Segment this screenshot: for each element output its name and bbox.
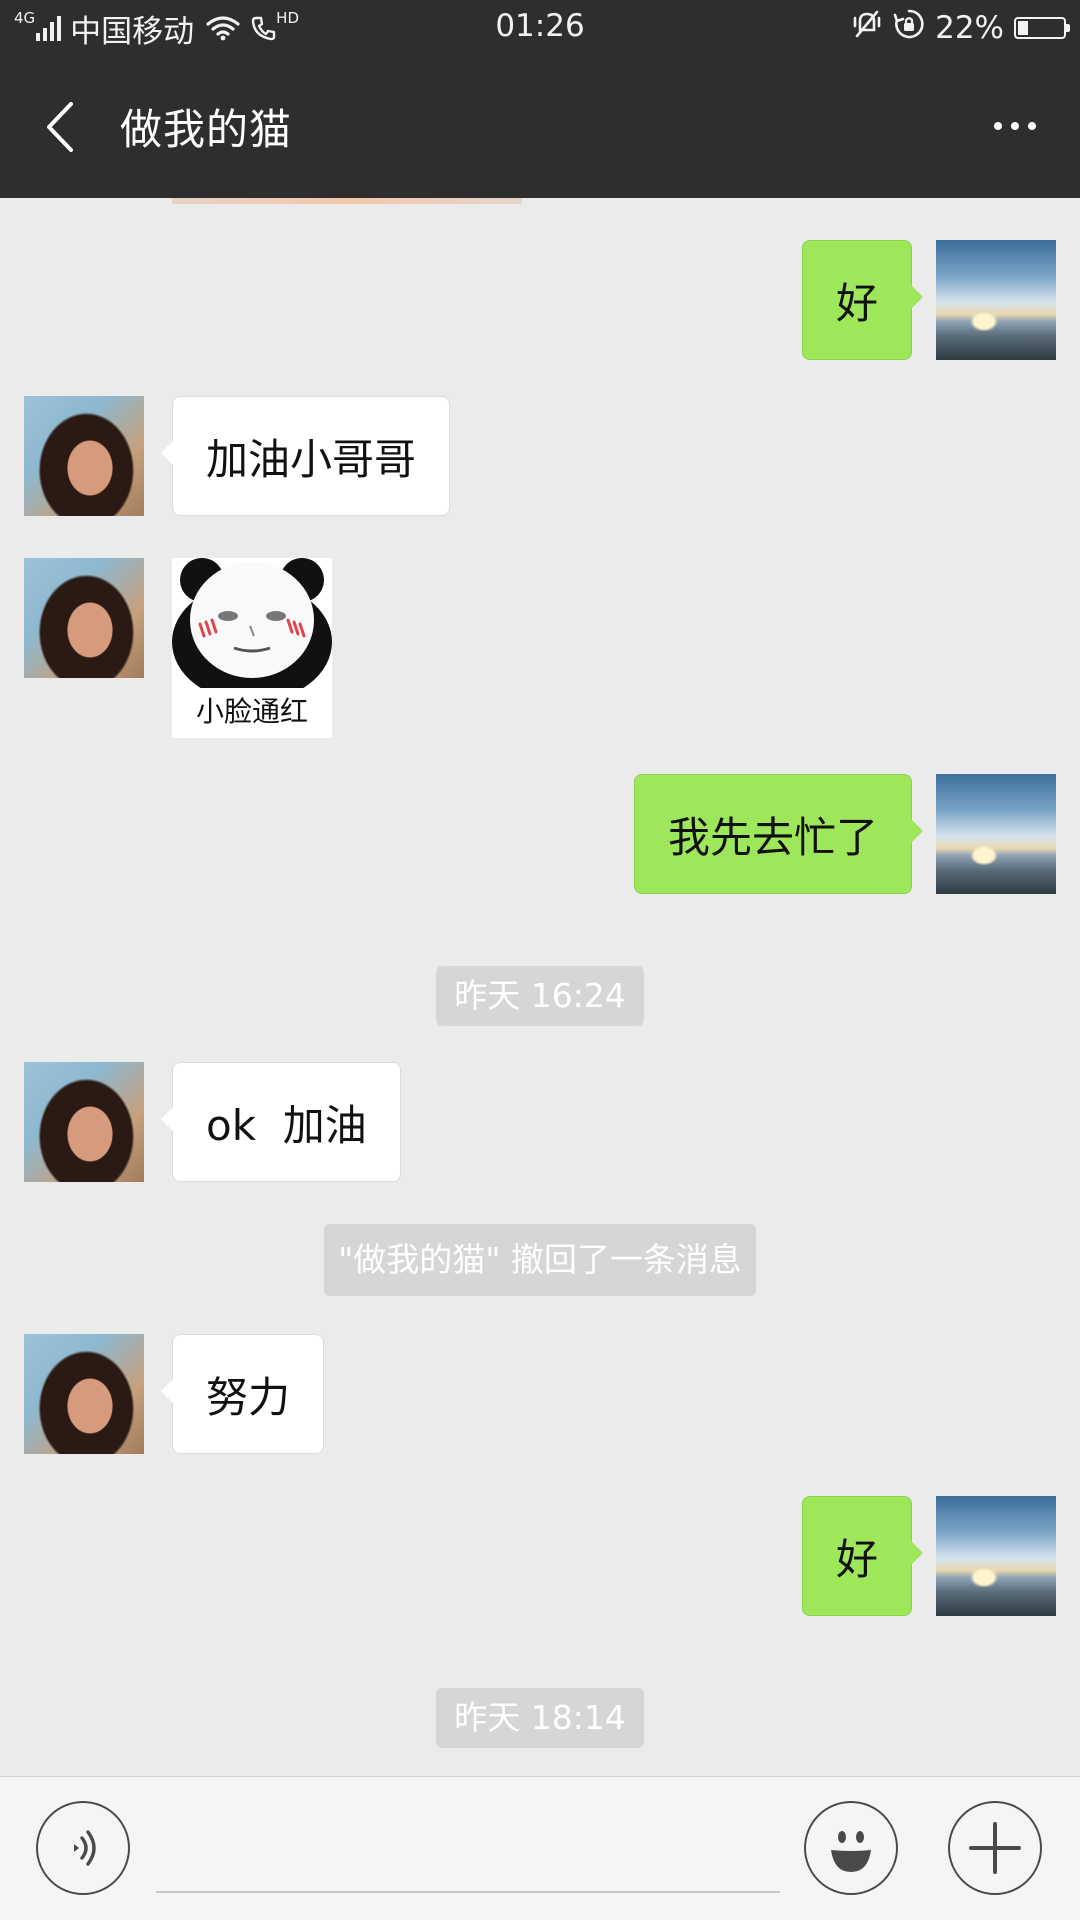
rotation-lock-icon [893,8,925,48]
vibrate-mute-icon [851,9,883,47]
recall-notice: "做我的猫" 撤回了一条消息 [0,1224,1080,1296]
incoming-bubble[interactable]: 努力 [160,1334,325,1454]
outgoing-bubble[interactable]: 好 [801,240,924,360]
my-avatar[interactable] [936,240,1056,360]
voice-icon [74,1830,96,1866]
voice-button[interactable] [36,1801,130,1895]
timestamp-divider: 昨天 18:14 [0,1688,1080,1748]
incoming-bubble[interactable]: ok 加油 [161,1062,401,1182]
message-input[interactable] [156,1807,780,1893]
outgoing-bubble[interactable]: 好 [801,1496,924,1616]
status-bar: 4G 中国移动 HD 01:26 22% [0,0,1080,56]
contact-avatar[interactable] [24,396,144,516]
my-avatar[interactable] [936,1496,1056,1616]
emoji-icon [831,1831,871,1872]
incoming-bubble[interactable]: 加油小哥哥 [160,396,451,516]
panda-sticker-image [172,558,332,702]
more-dots-icon [994,122,1002,130]
battery-icon [1014,17,1070,39]
more-button[interactable] [980,96,1050,156]
timestamp-label: 昨天 16:24 [436,966,644,1026]
plus-button[interactable] [948,1801,1042,1895]
contact-avatar[interactable] [24,1334,144,1454]
timestamp-divider: 昨天 16:24 [0,966,1080,1026]
back-button[interactable] [30,92,90,162]
page-title: 做我的猫 [120,105,293,154]
chat-header: 做我的猫 [0,56,1080,198]
message-list[interactable]: 好 加油小哥哥 小脸通红 我先去忙了 昨天 16:24 ok 加油 "做我的猫"… [0,198,1080,1776]
battery-percent: 22% [935,10,1004,46]
plus-icon [969,1822,1021,1874]
my-avatar[interactable] [936,774,1056,894]
chevron-left-icon [47,102,73,152]
contact-avatar[interactable] [24,1062,144,1182]
contact-avatar[interactable] [24,558,144,678]
sticker-caption: 小脸通红 [195,695,308,728]
sticker-message[interactable]: 小脸通红 [172,558,332,738]
previous-message-fragment [172,198,522,204]
input-bar [0,1776,1080,1920]
battery-level-fill [1018,21,1028,35]
outgoing-bubble[interactable]: 我先去忙了 [633,774,924,894]
recall-notice-text: "做我的猫" 撤回了一条消息 [324,1224,756,1296]
emoji-button[interactable] [804,1801,898,1895]
timestamp-label: 昨天 18:14 [436,1688,644,1748]
